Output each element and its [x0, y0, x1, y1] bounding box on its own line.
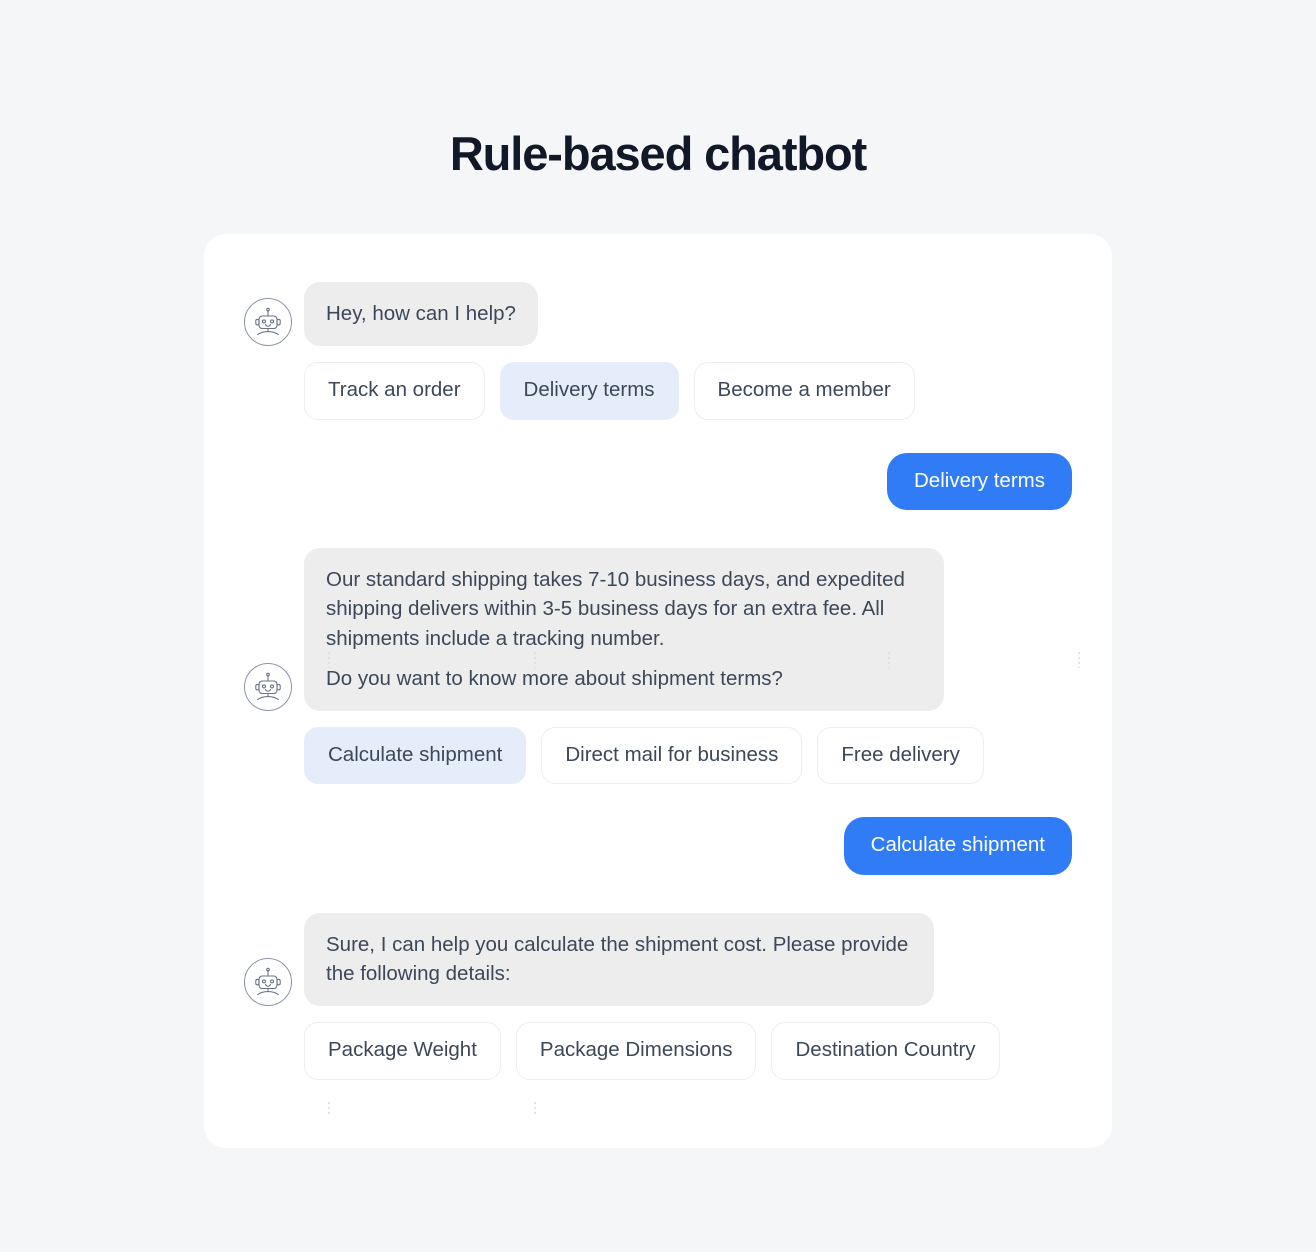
quick-reply-package-dimensions[interactable]: Package Dimensions	[515, 1022, 757, 1080]
quick-reply-free-delivery[interactable]: Free delivery	[817, 726, 984, 785]
bot-message-paragraph-2: Do you want to know more about shipment …	[326, 666, 783, 690]
bot-avatar	[244, 298, 292, 347]
quick-reply-become-a-member[interactable]: Become a member	[693, 362, 915, 420]
chat-card: Hey, how can I help? Track an order Deli…	[204, 234, 1112, 1148]
user-message-row: Calculate shipment	[244, 817, 1072, 876]
quick-reply-destination-country[interactable]: Destination Country	[771, 1022, 1000, 1080]
robot-face-icon	[255, 672, 281, 700]
quick-reply-delivery-terms[interactable]: Delivery terms	[499, 362, 679, 420]
layout-guide-mark	[534, 1102, 536, 1116]
user-message-row: Delivery terms	[244, 452, 1072, 511]
bot-message-paragraph-1: Our standard shipping takes 7-10 busines…	[326, 568, 905, 650]
bot-avatar	[244, 958, 292, 1007]
quick-reply-track-an-order[interactable]: Track an order	[304, 362, 485, 420]
bot-message-stack: Our standard shipping takes 7-10 busines…	[304, 548, 944, 711]
quick-reply-chips-turn1: Track an order Delivery terms Become a m…	[304, 362, 1072, 420]
bot-message-stack: Hey, how can I help?	[304, 282, 538, 347]
bot-avatar	[244, 662, 292, 711]
bot-message-row: Hey, how can I help?	[244, 282, 1072, 347]
quick-reply-calculate-shipment[interactable]: Calculate shipment	[304, 726, 527, 785]
bot-bubble: Hey, how can I help?	[304, 282, 538, 347]
quick-reply-chips-turn2: Calculate shipment Direct mail for busin…	[304, 726, 1072, 785]
message-thread: Hey, how can I help? Track an order Deli…	[204, 282, 1112, 1080]
bot-message-text: Hey, how can I help?	[326, 302, 516, 325]
layout-guide-mark	[534, 652, 536, 668]
bot-message-row: Sure, I can help you calculate the shipm…	[244, 913, 1072, 1007]
page-root: Rule-based chatbot Hey, how can I help? …	[0, 0, 1316, 1252]
layout-guide-mark	[888, 652, 890, 668]
robot-face-icon	[255, 967, 281, 996]
bot-bubble: Sure, I can help you calculate the shipm…	[304, 913, 934, 1007]
bot-message-text: Sure, I can help you calculate the shipm…	[326, 933, 909, 986]
bot-message-row: Our standard shipping takes 7-10 busines…	[244, 548, 1072, 711]
layout-guide-mark	[1078, 652, 1080, 668]
page-title: Rule-based chatbot	[449, 127, 867, 181]
quick-reply-package-weight[interactable]: Package Weight	[304, 1022, 501, 1080]
layout-guide-mark	[328, 652, 330, 668]
quick-reply-direct-mail-for-business[interactable]: Direct mail for business	[541, 726, 803, 785]
bot-message-stack: Sure, I can help you calculate the shipm…	[304, 913, 934, 1007]
layout-guide-mark	[328, 1102, 330, 1116]
user-bubble: Delivery terms	[887, 452, 1072, 511]
quick-reply-chips-turn3: Package Weight Package Dimensions Destin…	[304, 1022, 1072, 1080]
robot-face-icon	[255, 307, 281, 336]
bot-bubble: Our standard shipping takes 7-10 busines…	[304, 548, 944, 711]
user-bubble: Calculate shipment	[843, 817, 1072, 876]
